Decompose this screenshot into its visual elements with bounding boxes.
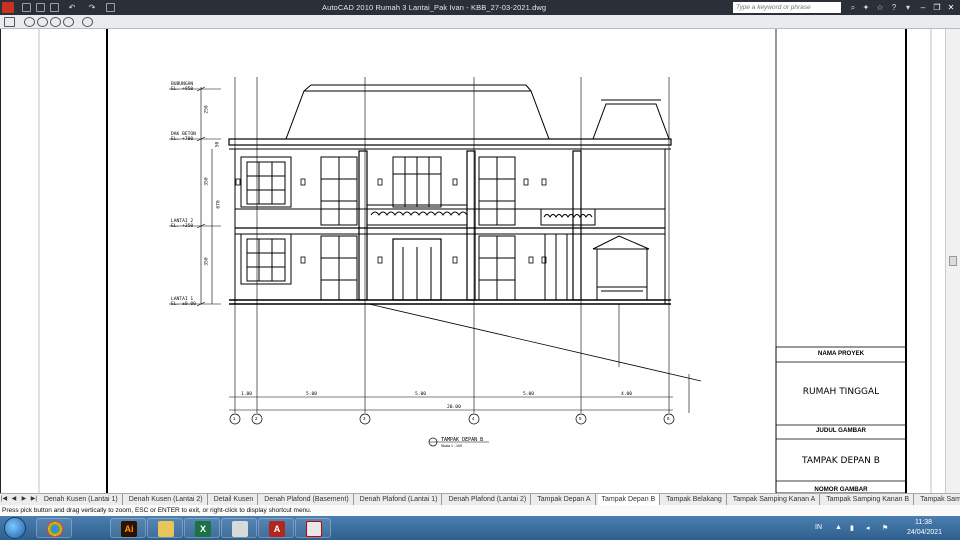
autocad-icon[interactable]: A bbox=[258, 518, 294, 538]
drawing-svg bbox=[38, 29, 932, 493]
flag-icon[interactable]: ⚑ bbox=[882, 524, 890, 532]
tab-denah-kusen-1[interactable]: Denah Kusen (Lantai 1) bbox=[40, 494, 123, 505]
project-header: NAMA PROYEK bbox=[817, 350, 865, 357]
close-zoom-icon[interactable] bbox=[82, 17, 93, 27]
vdim: 350 bbox=[204, 257, 210, 266]
axis-label: 5 bbox=[579, 416, 582, 421]
volume-icon[interactable]: ◂ bbox=[866, 524, 874, 532]
undo-icon[interactable]: ↶ bbox=[68, 3, 76, 12]
level-bubungan: BUBUNGAN EL. +950 bbox=[171, 82, 193, 92]
tray-arrow-icon[interactable]: ▲ bbox=[835, 524, 843, 532]
tab-tampak-belakang[interactable]: Tampak Belakang bbox=[662, 494, 727, 505]
view-scale: Skala 1 : 100 bbox=[441, 444, 462, 448]
pan-icon[interactable] bbox=[4, 17, 15, 27]
hdim: 5.00 bbox=[523, 392, 535, 397]
illustrator-glyph: Ai bbox=[121, 521, 137, 537]
title-bar: ↶ ↷ AutoCAD 2010 Rumah 3 Lantai_Pak Ivan… bbox=[0, 0, 960, 15]
axis-label: 1 bbox=[233, 416, 236, 421]
help-search-input[interactable] bbox=[733, 2, 841, 13]
hdim: 5.00 bbox=[415, 392, 427, 397]
tab-tampak-samping-kanan-a[interactable]: Tampak Samping Kanan A bbox=[729, 494, 821, 505]
excel-glyph: X bbox=[195, 521, 211, 537]
scroll-thumb[interactable] bbox=[949, 256, 957, 266]
zoom-window-icon[interactable] bbox=[37, 17, 48, 27]
restore-button[interactable]: ❐ bbox=[932, 2, 942, 13]
vdim: 250 bbox=[204, 105, 210, 114]
project-name: RUMAH TINGGAL bbox=[802, 387, 880, 397]
hdim: 4.00 bbox=[621, 392, 633, 397]
start-button[interactable] bbox=[4, 517, 26, 539]
level-elevation: EL. +700 bbox=[171, 137, 194, 143]
windows-taskbar: Ai X A IN ▲ ▮ ◂ ⚑ 11:38 24/04/2021 bbox=[0, 516, 960, 540]
vdim-small: 50 bbox=[215, 141, 221, 148]
vdim-small: 670 bbox=[216, 200, 222, 209]
command-line[interactable]: Press pick button and drag vertically to… bbox=[0, 505, 960, 516]
zoom-toolbar bbox=[0, 15, 960, 29]
zoom-realtime-icon[interactable] bbox=[24, 17, 35, 27]
illustrator-icon[interactable]: Ai bbox=[110, 518, 146, 538]
vertical-scrollbar[interactable] bbox=[945, 29, 960, 493]
search-icon[interactable]: ⌕ bbox=[849, 3, 857, 12]
redo-icon[interactable]: ↷ bbox=[88, 3, 96, 12]
level-elevation: EL. +950 bbox=[171, 87, 194, 93]
chrome-icon[interactable] bbox=[36, 518, 72, 538]
tab-denah-plafond-basement[interactable]: Denah Plafond (Basement) bbox=[260, 494, 354, 505]
first-tab-icon[interactable]: |◀ bbox=[0, 494, 8, 505]
level-elevation: EL. ±0.00 bbox=[171, 302, 196, 308]
plot-icon[interactable] bbox=[106, 3, 115, 12]
clock-time[interactable]: 11:38 bbox=[915, 519, 932, 526]
level-lantai-2: LANTAI 2 EL. +350 bbox=[171, 219, 193, 229]
close-button[interactable]: ✕ bbox=[946, 2, 956, 13]
zoom-previous-icon[interactable] bbox=[63, 17, 74, 27]
communication-center-icon[interactable]: ✦ bbox=[862, 3, 870, 12]
paint-icon[interactable] bbox=[221, 518, 257, 538]
pdf-icon[interactable] bbox=[295, 518, 331, 538]
autocad-glyph: A bbox=[269, 521, 285, 537]
new-file-icon[interactable] bbox=[22, 3, 31, 12]
zoom-extents-icon[interactable] bbox=[50, 17, 61, 27]
drawing-canvas[interactable]: BUBUNGAN EL. +950 DAK BETON EL. +700 LAN… bbox=[0, 29, 945, 493]
axis-label: 2 bbox=[255, 416, 258, 421]
total-dim: 20.00 bbox=[447, 405, 461, 410]
folder-icon[interactable] bbox=[147, 518, 183, 538]
save-icon[interactable] bbox=[50, 3, 59, 12]
favorites-icon[interactable]: ☆ bbox=[876, 3, 884, 12]
hdim: 1.00 bbox=[241, 392, 253, 397]
tab-tampak-samping-kanan-b[interactable]: Tampak Samping Kanan B bbox=[822, 494, 915, 505]
tab-denah-kusen-2[interactable]: Denah Kusen (Lantai 2) bbox=[125, 494, 208, 505]
window-title: AutoCAD 2010 Rumah 3 Lantai_Pak Ivan - K… bbox=[322, 3, 547, 12]
level-dak-beton: DAK BETON EL. +700 bbox=[171, 132, 196, 142]
tab-denah-plafond-1[interactable]: Denah Plafond (Lantai 1) bbox=[356, 494, 443, 505]
axis-label: 4 bbox=[472, 416, 475, 421]
excel-icon[interactable]: X bbox=[184, 518, 220, 538]
level-lantai-1: LANTAI 1 EL. ±0.00 bbox=[171, 297, 196, 307]
help-icon[interactable]: ? bbox=[890, 3, 898, 12]
axis-label: 6 bbox=[667, 416, 670, 421]
tab-detail-kusen[interactable]: Detail Kusen bbox=[210, 494, 259, 505]
language-indicator[interactable]: IN bbox=[815, 524, 822, 531]
help-dropdown-icon[interactable]: ▾ bbox=[904, 3, 912, 12]
vdim: 350 bbox=[204, 177, 210, 186]
clock-date[interactable]: 24/04/2021 bbox=[907, 529, 942, 536]
tab-denah-plafond-2[interactable]: Denah Plafond (Lantai 2) bbox=[444, 494, 532, 505]
tab-tampak-depan-b[interactable]: Tampak Depan B bbox=[597, 494, 661, 505]
tab-tampak-samping-kiri[interactable]: Tampak Samping Kiri bbox=[916, 494, 960, 505]
open-file-icon[interactable] bbox=[36, 3, 45, 12]
level-elevation: EL. +350 bbox=[171, 224, 194, 230]
next-tab-icon[interactable]: ▶ bbox=[20, 494, 28, 505]
tab-tampak-depan-a[interactable]: Tampak Depan A bbox=[533, 494, 596, 505]
view-title: TAMPAK DEPAN B bbox=[441, 437, 484, 443]
drawing-name: TAMPAK DEPAN B bbox=[802, 456, 880, 466]
hdim: 5.00 bbox=[306, 392, 318, 397]
axis-label: 3 bbox=[363, 416, 366, 421]
autocad-app-icon[interactable] bbox=[2, 2, 14, 13]
layout-tabs: |◀ ◀ ▶ ▶| Denah Kusen (Lantai 1) Denah K… bbox=[0, 493, 960, 505]
drawing-header: JUDUL GAMBAR bbox=[815, 427, 867, 434]
network-icon[interactable]: ▮ bbox=[850, 524, 858, 532]
last-tab-icon[interactable]: ▶| bbox=[30, 494, 38, 505]
number-header: NOMOR GAMBAR bbox=[814, 486, 868, 493]
minimize-button[interactable]: – bbox=[918, 2, 928, 13]
prev-tab-icon[interactable]: ◀ bbox=[10, 494, 18, 505]
